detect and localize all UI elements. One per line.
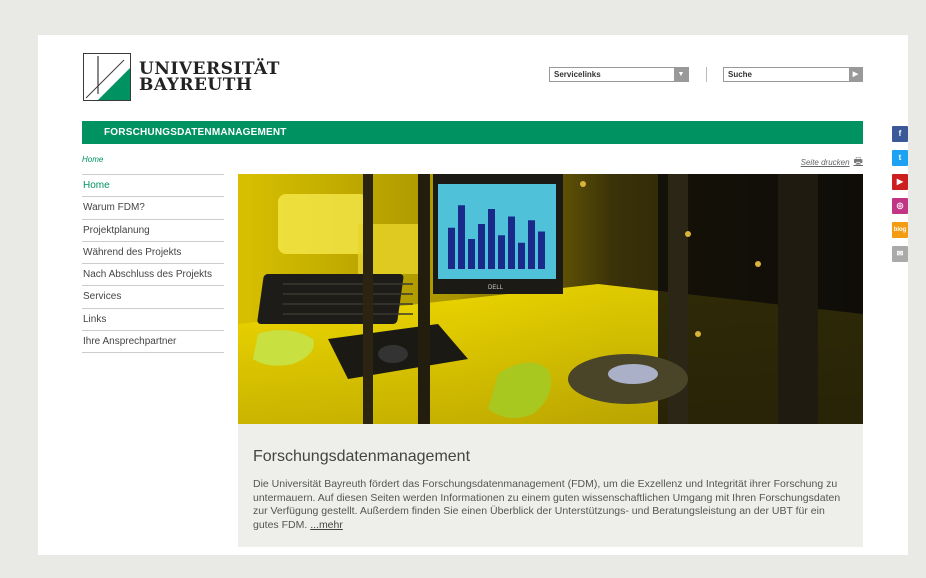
chevron-down-icon: ▼ — [674, 68, 688, 81]
sidebar-item-nach-abschluss[interactable]: Nach Abschluss des Projekts — [82, 264, 224, 287]
printer-icon: 🖶 — [853, 156, 863, 167]
monitor-bar — [518, 242, 525, 269]
servicelinks-label: Servicelinks — [554, 70, 601, 79]
monitor-bar — [538, 231, 545, 269]
search-input[interactable]: Suche ▶ — [723, 67, 863, 82]
logo-line-2: BAYREUTH — [139, 75, 253, 95]
facebook-icon[interactable]: f — [892, 126, 908, 142]
monitor-bar — [528, 220, 535, 269]
sidebar-item-projektplanung[interactable]: Projektplanung — [82, 220, 224, 242]
search-submit-icon[interactable]: ▶ — [849, 68, 862, 81]
breadcrumb: Home — [82, 155, 103, 164]
youtube-icon[interactable]: ▶ — [892, 174, 908, 190]
monitor-bar — [478, 224, 485, 269]
logo-mark-icon — [83, 53, 131, 101]
print-label: Seite drucken — [800, 158, 850, 167]
intro-title: Forschungsdatenmanagement — [253, 448, 471, 465]
monitor-bar — [508, 216, 515, 269]
university-logo[interactable]: UNIVERSITÄT BAYREUTH — [83, 53, 280, 101]
monitor-brand: DELL — [488, 285, 504, 291]
lab-photo: DELL — [238, 174, 863, 424]
mail-icon[interactable]: ✉ — [892, 246, 908, 262]
twitter-icon[interactable]: t — [892, 150, 908, 166]
monitor-bar — [458, 205, 465, 269]
hero-image: DELL — [238, 174, 863, 424]
search-placeholder: Suche — [728, 70, 753, 79]
page-container: UNIVERSITÄT BAYREUTH Servicelinks ▼ Such… — [38, 35, 908, 555]
servicelinks-dropdown[interactable]: Servicelinks ▼ — [549, 67, 689, 82]
sidebar-item-waehrend[interactable]: Während des Projekts — [82, 242, 224, 265]
monitor-bar — [468, 239, 475, 269]
sidebar-item-links[interactable]: Links — [82, 309, 224, 332]
intro-text: Die Universität Bayreuth fördert das For… — [253, 478, 849, 532]
header-divider — [706, 67, 707, 82]
sidebar-nav: Home Warum FDM? Projektplanung Während d… — [82, 174, 224, 354]
sidebar-item-home[interactable]: Home — [82, 175, 224, 198]
social-bar: f t ▶ ◎ blog ✉ — [892, 126, 908, 262]
logo-wordmark: UNIVERSITÄT BAYREUTH — [139, 61, 280, 95]
more-link[interactable]: ...mehr — [310, 519, 343, 531]
sidebar-item-services[interactable]: Services — [82, 286, 224, 309]
print-page-link[interactable]: Seite drucken 🖶 — [801, 154, 863, 171]
blog-icon[interactable]: blog — [892, 222, 908, 238]
monitor-bar — [448, 227, 455, 269]
section-title[interactable]: FORSCHUNGSDATENMANAGEMENT — [104, 127, 287, 138]
instagram-icon[interactable]: ◎ — [892, 198, 908, 214]
intro-panel: Forschungsdatenmanagement Die Universitä… — [238, 424, 863, 547]
section-banner: FORSCHUNGSDATENMANAGEMENT — [82, 121, 863, 144]
sidebar-item-ansprechpartner[interactable]: Ihre Ansprechpartner — [82, 331, 224, 354]
breadcrumb-home[interactable]: Home — [82, 155, 103, 164]
monitor-bar — [498, 235, 505, 269]
sidebar-item-warum-fdm[interactable]: Warum FDM? — [82, 197, 224, 220]
monitor-bar — [488, 209, 495, 269]
